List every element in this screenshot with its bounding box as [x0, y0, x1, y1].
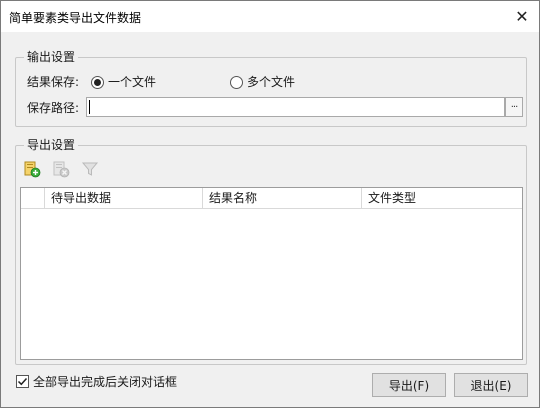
radio-multi-file[interactable]: 多个文件 — [230, 75, 295, 89]
radio-one-file[interactable]: 一个文件 — [91, 75, 156, 89]
row-header-column — [21, 188, 45, 208]
exit-button[interactable]: 退出(E) — [454, 373, 528, 397]
filter-icon — [81, 162, 99, 176]
column-header-result-name[interactable]: 结果名称 — [203, 188, 362, 208]
column-header-file-type[interactable]: 文件类型 — [362, 188, 522, 208]
table-header: 待导出数据 结果名称 文件类型 — [21, 188, 522, 209]
save-path-input[interactable] — [86, 97, 505, 117]
text-caret — [89, 100, 90, 114]
add-data-icon — [24, 161, 41, 178]
add-data-button[interactable] — [21, 158, 43, 180]
close-on-finish-label[interactable]: 全部导出完成后关闭对话框 — [33, 375, 177, 389]
export-button[interactable]: 导出(F) — [372, 373, 446, 397]
browse-button[interactable]: ··· — [505, 97, 523, 117]
output-settings-title: 输出设置 — [24, 50, 79, 64]
close-icon: ✕ — [515, 7, 529, 26]
close-on-finish-checkbox[interactable] — [16, 375, 29, 388]
radio-selected-dot — [94, 78, 101, 86]
radio-one-file-label: 一个文件 — [108, 75, 157, 89]
save-path-label: 保存路径: — [27, 101, 80, 115]
checkmark-icon — [17, 377, 28, 386]
remove-data-button[interactable] — [50, 158, 72, 180]
filter-button[interactable] — [79, 158, 101, 180]
close-button[interactable]: ✕ — [505, 1, 539, 32]
radio-multi-file-label: 多个文件 — [247, 75, 296, 89]
radio-one-file-circle[interactable] — [91, 75, 104, 89]
title-bar: 简单要素类导出文件数据 ✕ — [1, 1, 539, 32]
remove-data-icon — [53, 161, 70, 178]
radio-multi-file-circle[interactable] — [230, 75, 243, 89]
export-data-table[interactable]: 待导出数据 结果名称 文件类型 — [20, 187, 523, 360]
export-settings-title: 导出设置 — [24, 138, 79, 152]
column-header-source[interactable]: 待导出数据 — [45, 188, 203, 208]
export-dialog: 简单要素类导出文件数据 ✕ 输出设置 结果保存: 一个文件 多个文件 保存路径:… — [0, 0, 540, 408]
ellipsis-icon: ··· — [510, 101, 518, 113]
save-mode-label: 结果保存: — [27, 75, 80, 89]
window-title: 简单要素类导出文件数据 — [9, 11, 142, 25]
